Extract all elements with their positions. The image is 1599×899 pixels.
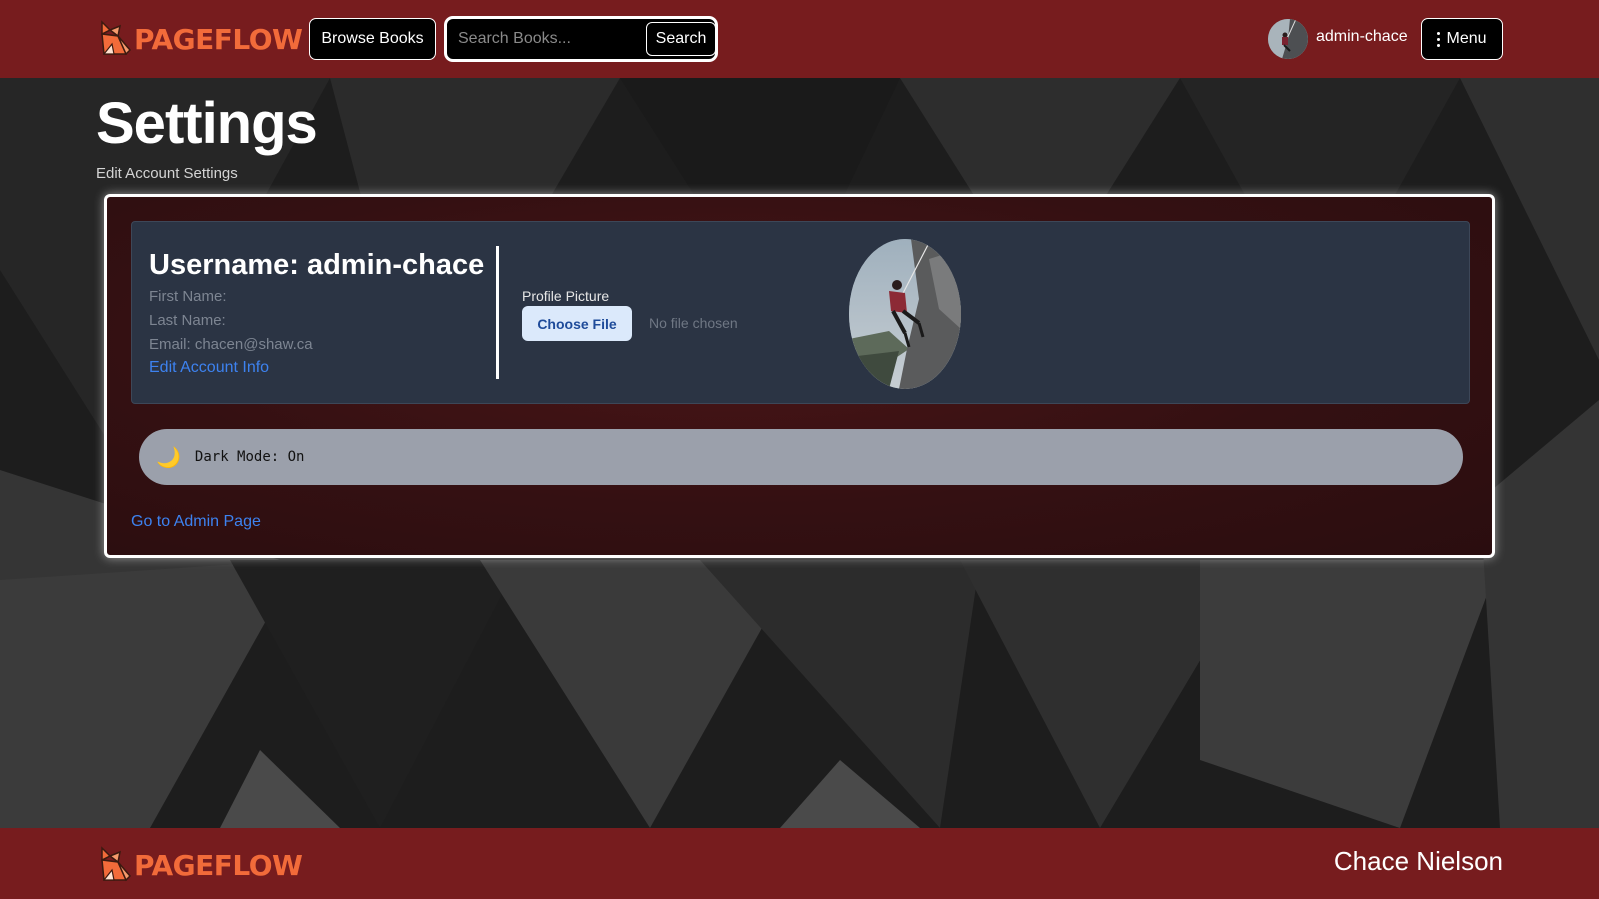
first-name-label: First Name: xyxy=(149,288,227,305)
search-form: Search xyxy=(444,16,718,62)
edit-account-info-link[interactable]: Edit Account Info xyxy=(149,359,269,377)
brand-name: PAGEFLOW xyxy=(134,22,303,56)
vertical-divider xyxy=(496,246,499,379)
search-button[interactable]: Search xyxy=(646,22,716,56)
no-file-chosen-text: No file chosen xyxy=(649,315,738,331)
dark-mode-label: Dark Mode: On xyxy=(194,449,305,465)
avatar[interactable] xyxy=(1268,19,1308,59)
page-title: Settings xyxy=(96,91,318,156)
brand-logo[interactable]: PAGEFLOW xyxy=(98,20,303,58)
email-label: Email: chacen@shaw.ca xyxy=(149,336,313,353)
dark-mode-toggle[interactable]: 🌙 Dark Mode: On xyxy=(139,429,1463,485)
fox-logo-icon xyxy=(101,20,132,56)
settings-panel: Username: admin-chace First Name: Last N… xyxy=(104,194,1495,558)
moon-icon: 🌙 xyxy=(156,446,181,469)
username-heading: Username: admin-chace xyxy=(149,249,485,281)
profile-picture-label: Profile Picture xyxy=(522,288,610,304)
menu-button[interactable]: Menu xyxy=(1421,18,1503,60)
search-input[interactable] xyxy=(450,22,641,56)
go-to-admin-page-link[interactable]: Go to Admin Page xyxy=(131,513,261,531)
header-username[interactable]: admin-chace xyxy=(1316,28,1408,46)
footer-brand-logo[interactable]: PAGEFLOW xyxy=(98,846,303,884)
footer: PAGEFLOW Chace Nielson xyxy=(0,828,1599,899)
browse-books-button[interactable]: Browse Books xyxy=(309,18,436,60)
kebab-menu-icon xyxy=(1437,31,1441,47)
account-card: Username: admin-chace First Name: Last N… xyxy=(131,221,1470,404)
last-name-label: Last Name: xyxy=(149,312,226,329)
profile-picture xyxy=(849,239,961,389)
footer-author: Chace Nielson xyxy=(1333,846,1503,876)
top-navbar: PAGEFLOW Browse Books Search admin-chace… xyxy=(0,0,1599,78)
climber-photo-thumbnail xyxy=(1268,19,1308,59)
choose-file-button[interactable]: Choose File xyxy=(522,306,632,341)
menu-label: Menu xyxy=(1446,30,1487,47)
climber-photo xyxy=(849,239,961,389)
page-subtitle: Edit Account Settings xyxy=(96,165,238,182)
footer-brand-name: PAGEFLOW xyxy=(134,848,303,882)
fox-logo-icon xyxy=(101,846,132,882)
